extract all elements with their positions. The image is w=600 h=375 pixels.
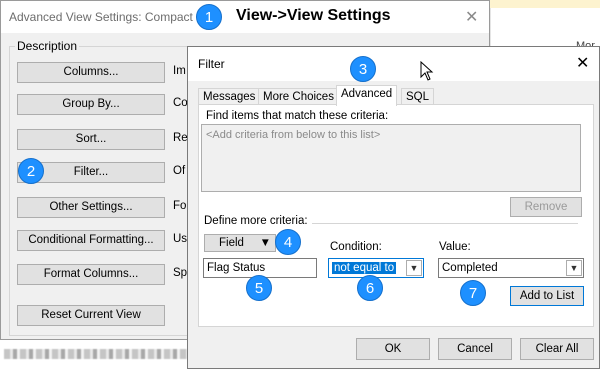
callout-2-badge: 2 xyxy=(18,158,44,184)
reset-current-view-button[interactable]: Reset Current View xyxy=(17,305,165,326)
value-combobox[interactable]: Completed ▼ xyxy=(438,258,584,278)
field-value: Flag Status xyxy=(207,262,266,274)
define-criteria-label: Define more criteria: xyxy=(204,215,308,227)
dialog-title: Advanced View Settings: Compact xyxy=(9,10,193,24)
dropdown-arrow-icon: ▼ xyxy=(259,237,271,249)
condition-value: not equal to xyxy=(332,262,397,274)
define-criteria-divider xyxy=(312,223,578,224)
callout-6-badge: 6 xyxy=(357,275,383,301)
criteria-placeholder: <Add criteria from below to this list> xyxy=(206,129,381,141)
sort-button[interactable]: Sort... xyxy=(17,129,165,150)
tab-more-choices[interactable]: More Choices xyxy=(258,88,339,105)
callout-7-badge: 7 xyxy=(460,280,486,306)
close-icon[interactable]: ✕ xyxy=(576,53,589,73)
format-columns-description: Sp xyxy=(173,267,188,279)
other-settings-button[interactable]: Other Settings... xyxy=(17,197,165,218)
other-settings-description: Fo xyxy=(173,200,187,212)
chevron-down-icon[interactable]: ▼ xyxy=(406,260,422,276)
remove-button[interactable]: Remove xyxy=(510,197,582,217)
field-button-label: Field xyxy=(219,237,244,249)
tab-sql[interactable]: SQL xyxy=(401,88,435,105)
background-notification-strip xyxy=(490,0,600,8)
tab-advanced[interactable]: Advanced xyxy=(336,85,398,106)
condition-select[interactable]: not equal to ▼ xyxy=(328,258,424,278)
conditional-formatting-description: Us xyxy=(173,233,188,245)
field-dropdown-button[interactable]: Field ▼ xyxy=(204,234,276,252)
mouse-cursor-icon xyxy=(420,61,434,81)
conditional-formatting-button[interactable]: Conditional Formatting... xyxy=(17,230,165,251)
callout-5-badge: 5 xyxy=(246,275,272,301)
group-by-button[interactable]: Group By... xyxy=(17,94,165,115)
columns-description: Im xyxy=(173,65,186,77)
criteria-list[interactable]: <Add criteria from below to this list> xyxy=(201,124,581,192)
cancel-button[interactable]: Cancel xyxy=(438,338,512,360)
chevron-down-icon[interactable]: ▼ xyxy=(566,260,582,276)
callout-3-badge: 3 xyxy=(350,56,376,82)
filter-title: Filter xyxy=(198,57,225,71)
filter-description: Of xyxy=(173,165,186,177)
value-label: Value: xyxy=(439,241,471,253)
add-to-list-button[interactable]: Add to List xyxy=(510,286,584,306)
filter-title-bar: Filter ✕ xyxy=(188,47,599,81)
close-icon[interactable]: ✕ xyxy=(465,7,478,27)
callout-caption: View->View Settings xyxy=(236,7,391,24)
background-blurred-text xyxy=(4,349,194,359)
value-text: Completed xyxy=(442,262,498,274)
clear-all-button[interactable]: Clear All xyxy=(520,338,594,360)
condition-label: Condition: xyxy=(330,241,382,253)
tab-messages[interactable]: Messages xyxy=(198,88,261,105)
ok-button[interactable]: OK xyxy=(356,338,430,360)
callout-1-badge: 1 xyxy=(196,4,222,30)
description-group xyxy=(9,46,209,336)
filter-dialog: Filter ✕ Messages More Choices Advanced … xyxy=(187,46,600,369)
group-by-description: Co xyxy=(173,97,188,109)
format-columns-button[interactable]: Format Columns... xyxy=(17,264,165,285)
sort-description: Re xyxy=(173,132,188,144)
columns-button[interactable]: Columns... xyxy=(17,62,165,83)
group-label: Description xyxy=(15,39,80,53)
find-criteria-label: Find items that match these criteria: xyxy=(206,110,389,122)
callout-4-badge: 4 xyxy=(275,229,301,255)
